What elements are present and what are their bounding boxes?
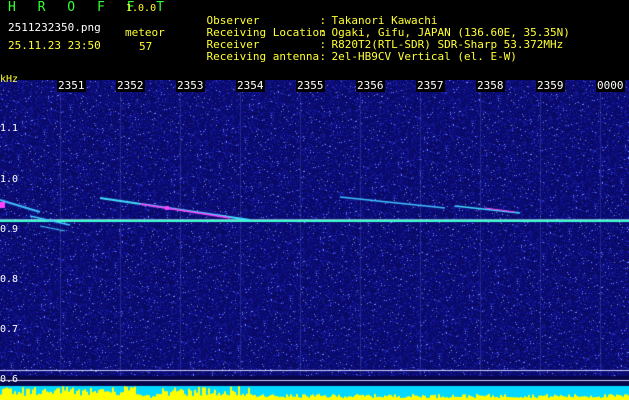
- observation-datetime: 25.11.23 23:50: [8, 39, 101, 52]
- time-tick-label: 2358: [476, 79, 505, 92]
- time-tick-label: 2351: [57, 79, 86, 92]
- info-antenna: Receiving antenna: 2el-HB9CV Vertical (el…: [180, 39, 517, 75]
- freq-tick-label: 0.9: [0, 224, 19, 235]
- info-value: 2el-HB9CV Vertical (el. E-W): [331, 50, 517, 63]
- time-tick-label: 2353: [176, 79, 205, 92]
- echo-count: 57: [139, 40, 153, 53]
- spectrogram: [0, 80, 629, 400]
- freq-tick-label: 0.8: [0, 274, 19, 285]
- freq-tick-label: 0.6: [0, 374, 19, 385]
- echo-type-label: meteor: [125, 26, 165, 39]
- time-tick-label: 0000: [596, 79, 625, 92]
- frequency-unit-label: kHz: [0, 74, 19, 85]
- time-tick-label: 2354: [236, 79, 265, 92]
- time-tick-label: 2352: [116, 79, 145, 92]
- time-tick-label: 2355: [296, 79, 325, 92]
- header-panel: H R O F F T 1.0.0 2511232350.png 25.11.2…: [0, 0, 629, 78]
- info-separator: :: [319, 50, 327, 63]
- time-tick-label: 2359: [536, 79, 565, 92]
- freq-tick-label: 0.7: [0, 324, 19, 335]
- app-version: 1.0.0: [126, 3, 157, 14]
- info-key: Receiving antenna: [206, 50, 320, 63]
- time-tick-label: 2357: [416, 79, 445, 92]
- freq-tick-label: 1.1: [0, 123, 19, 134]
- image-filename: 2511232350.png: [8, 21, 101, 34]
- time-tick-label: 2356: [356, 79, 385, 92]
- freq-tick-label: 1.0: [0, 174, 19, 185]
